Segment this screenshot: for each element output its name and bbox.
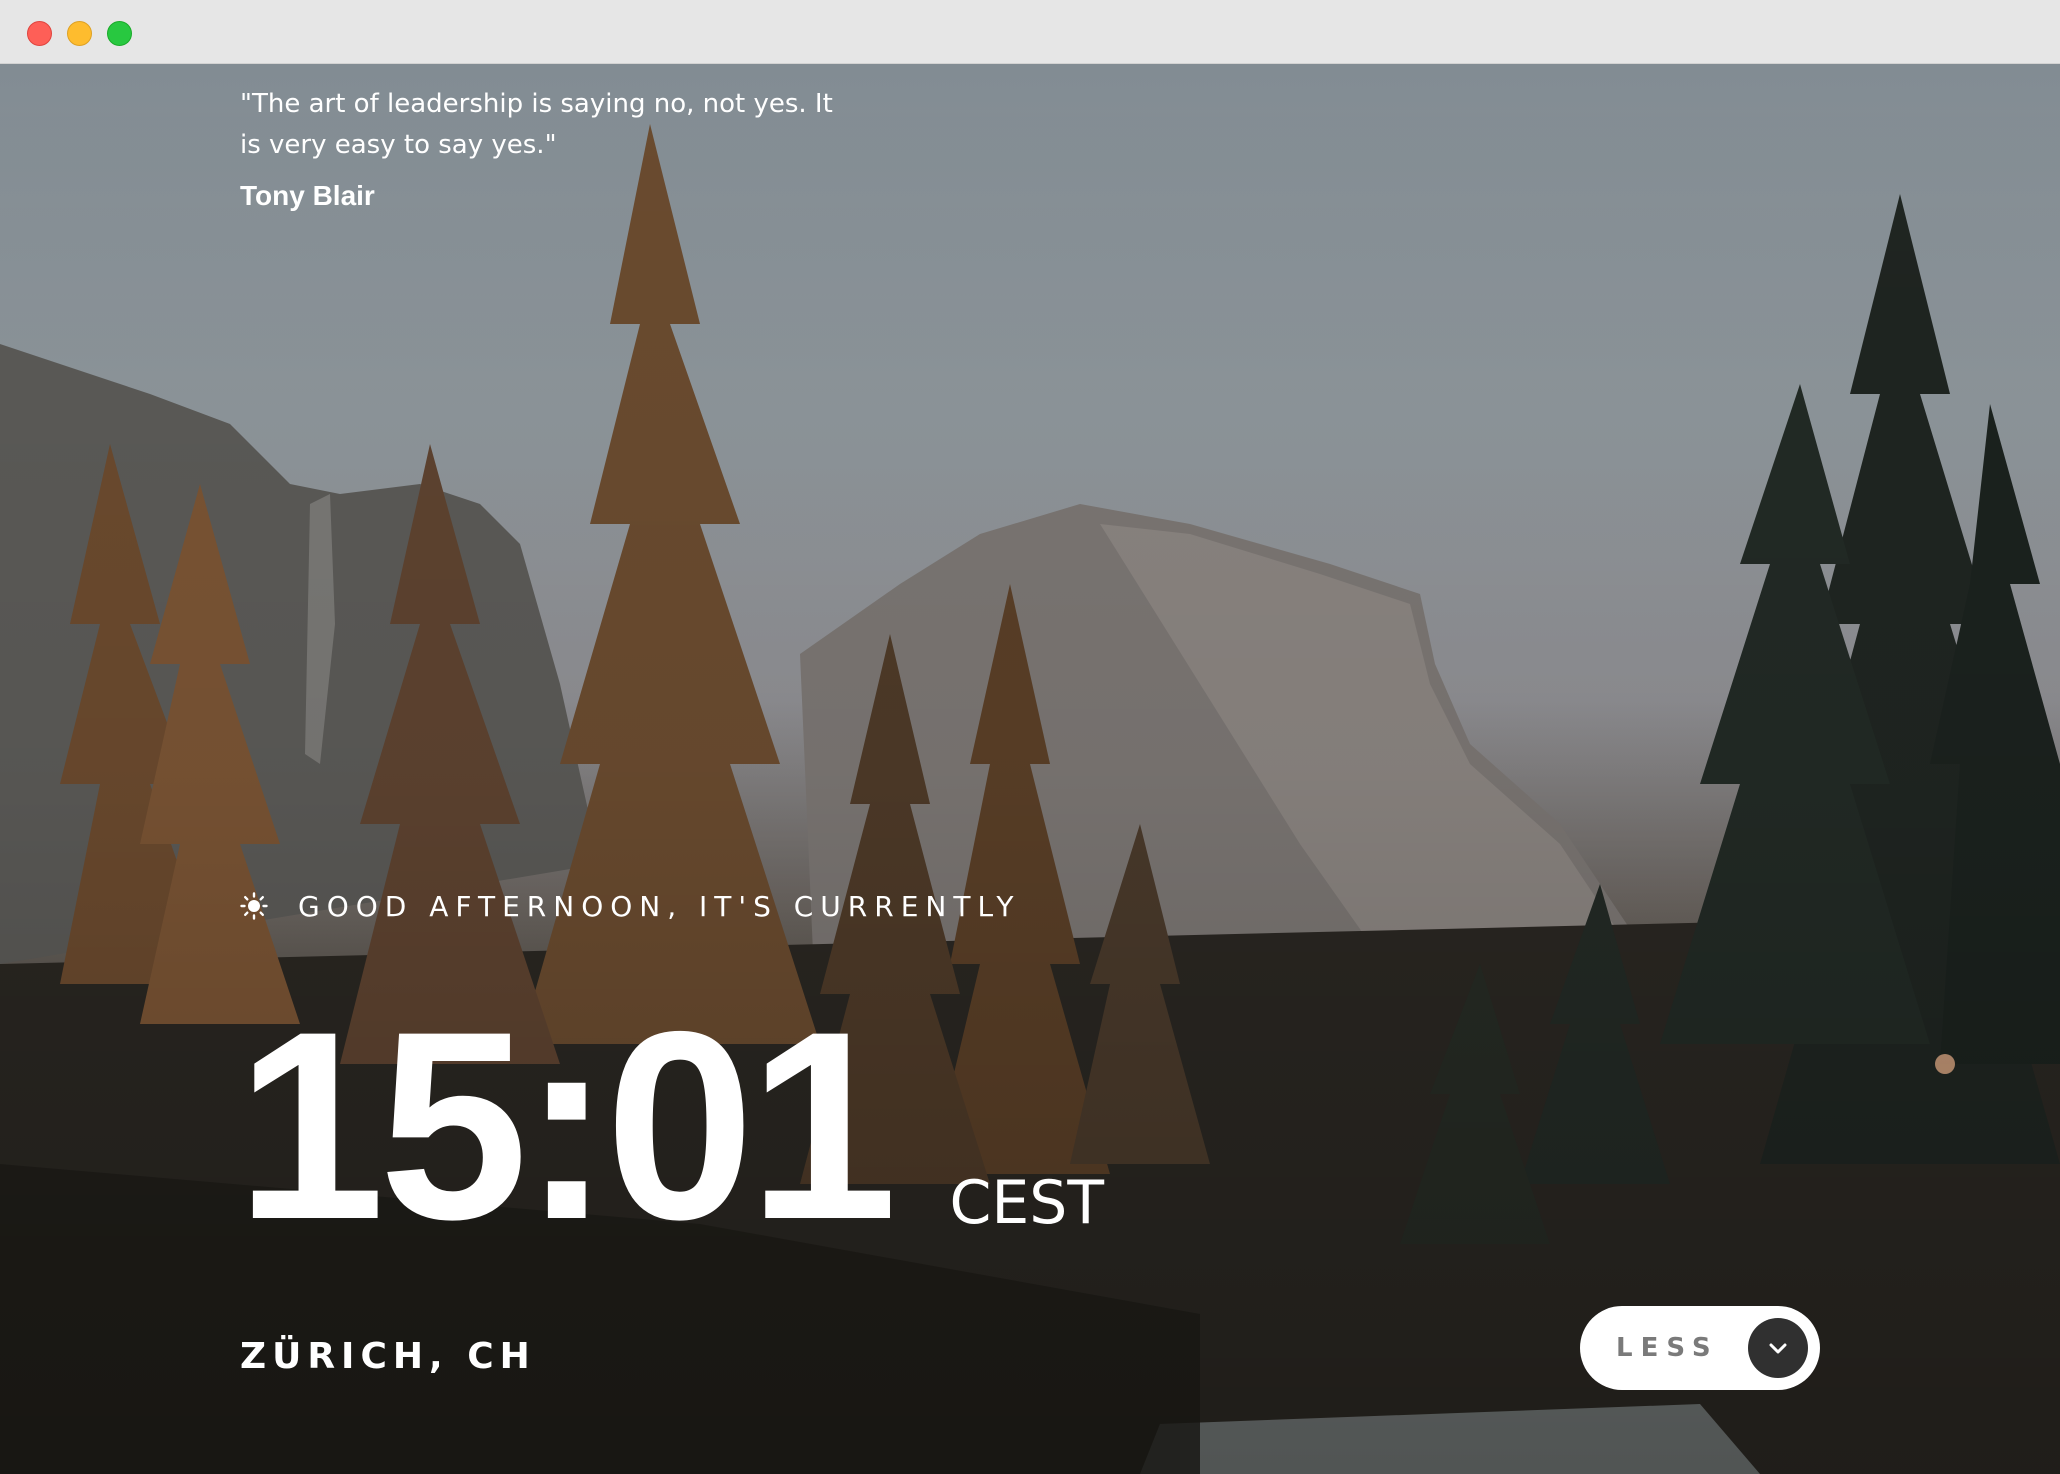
clock-timezone: CEST (949, 1168, 1104, 1238)
greeting-text: GOOD AFTERNOON, IT'S CURRENTLY (298, 889, 1021, 923)
clock: 15:01 CEST (236, 955, 1104, 1275)
less-toggle-button[interactable]: LESS (1580, 1306, 1820, 1390)
zoom-window-button[interactable] (107, 21, 132, 46)
app-window: "The art of leadership is saying no, not… (0, 0, 2060, 1474)
greeting: GOOD AFTERNOON, IT'S CURRENTLY (240, 882, 1020, 930)
clock-time: 15:01 (236, 975, 897, 1275)
title-bar (0, 0, 2060, 64)
sun-icon (240, 892, 268, 920)
toggle-label: LESS (1616, 1333, 1719, 1363)
quote-block: "The art of leadership is saying no, not… (240, 84, 840, 212)
chevron-down-icon (1769, 1343, 1787, 1354)
location-label: ZÜRICH, CH (240, 1336, 536, 1377)
minimize-window-button[interactable] (67, 21, 92, 46)
quote-author: Tony Blair (240, 180, 375, 211)
toggle-knob[interactable] (1748, 1318, 1808, 1378)
close-window-button[interactable] (27, 21, 52, 46)
quote-text: "The art of leadership is saying no, not… (240, 89, 833, 160)
